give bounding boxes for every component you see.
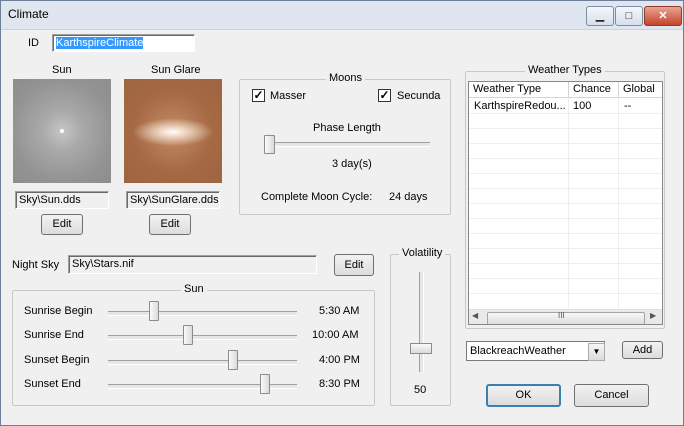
sunrise-begin-slider[interactable] xyxy=(149,301,159,321)
sun-dot xyxy=(60,129,64,133)
column-global[interactable]: Global xyxy=(619,82,662,98)
sunrise-end-track xyxy=(108,335,297,340)
volatility-value: 50 xyxy=(414,384,427,396)
scroll-right-icon[interactable]: ▶ xyxy=(650,311,656,320)
sunset-begin-value: 4:00 PM xyxy=(319,354,360,366)
phase-length-label: Phase Length xyxy=(313,122,381,134)
chevron-down-icon[interactable]: ▼ xyxy=(588,343,605,361)
secunda-checkbox[interactable]: ✓ xyxy=(378,89,391,102)
id-label: ID xyxy=(28,37,39,49)
night-sky-edit-button[interactable]: Edit xyxy=(334,254,374,276)
sunset-end-value: 8:30 PM xyxy=(319,378,360,390)
sunset-begin-label: Sunset Begin xyxy=(24,354,90,366)
grid-line xyxy=(469,293,662,294)
moon-cycle-value: 24 days xyxy=(389,191,428,203)
sun-glare-label: Sun Glare xyxy=(151,64,201,76)
grid-line xyxy=(469,278,662,279)
sunset-end-slider[interactable] xyxy=(260,374,270,394)
sunrise-end-label: Sunrise End xyxy=(24,329,84,341)
sunset-begin-track xyxy=(108,360,297,365)
global-cell[interactable]: -- xyxy=(624,99,631,113)
sunrise-end-value: 10:00 AM xyxy=(312,329,359,341)
moons-group-title: Moons xyxy=(326,72,366,84)
grid-line xyxy=(469,263,662,264)
maximize-icon: □ xyxy=(625,10,633,22)
weather-type-cell[interactable]: KarthspireRedou... xyxy=(474,99,566,113)
grid-line xyxy=(469,128,662,129)
minimize-icon: ▁ xyxy=(595,10,605,22)
scroll-grip-icon: III xyxy=(558,311,565,320)
weather-list-hscrollbar[interactable]: ◀ III ▶ xyxy=(469,309,662,324)
sun-edit-button[interactable]: Edit xyxy=(41,214,83,235)
sunrise-end-slider[interactable] xyxy=(183,325,193,345)
grid-line xyxy=(469,158,662,159)
grid-line xyxy=(469,188,662,189)
scroll-left-icon[interactable]: ◀ xyxy=(472,311,478,320)
grid-line xyxy=(469,143,662,144)
id-value: KarthspireClimate xyxy=(56,37,144,49)
id-input[interactable]: KarthspireClimate xyxy=(52,34,195,52)
add-weather-button[interactable]: Add xyxy=(622,341,663,359)
moon-cycle-label: Complete Moon Cycle: xyxy=(261,191,373,203)
sunrise-begin-label: Sunrise Begin xyxy=(24,305,93,317)
weather-types-title: Weather Types xyxy=(525,64,605,76)
phase-length-slider[interactable] xyxy=(264,135,275,154)
maximize-button[interactable]: □ xyxy=(615,6,643,26)
volatility-slider[interactable] xyxy=(410,343,432,354)
sunset-begin-slider[interactable] xyxy=(228,350,238,370)
title-bar[interactable]: Climate ▁ □ ✕ xyxy=(1,1,683,30)
cancel-button[interactable]: Cancel xyxy=(574,384,649,407)
phase-length-track xyxy=(264,142,430,147)
scroll-thumb[interactable]: III xyxy=(487,311,645,324)
grid-line xyxy=(469,248,662,249)
ok-button[interactable]: OK xyxy=(486,384,561,407)
grid-line xyxy=(469,173,662,174)
column-chance[interactable]: Chance xyxy=(569,82,619,98)
sunrise-begin-track xyxy=(108,311,297,316)
grid-line xyxy=(469,233,662,234)
column-weather-type[interactable]: Weather Type xyxy=(469,82,569,98)
weather-select-value: BlackreachWeather xyxy=(470,345,566,357)
window-title: Climate xyxy=(8,7,49,21)
sun-label: Sun xyxy=(52,64,72,76)
grid-line xyxy=(662,98,663,308)
minimize-button[interactable]: ▁ xyxy=(586,6,614,26)
grid-line xyxy=(469,203,662,204)
masser-label: Masser xyxy=(270,90,307,102)
grid-line xyxy=(469,218,662,219)
close-button[interactable]: ✕ xyxy=(644,6,682,26)
grid-line xyxy=(469,113,662,114)
sun-times-group-title: Sun xyxy=(181,283,207,295)
close-icon: ✕ xyxy=(658,10,668,22)
sunrise-begin-value: 5:30 AM xyxy=(319,305,360,317)
weather-select[interactable]: BlackreachWeather ▼ xyxy=(466,341,605,361)
masser-checkbox[interactable]: ✓ xyxy=(252,89,265,102)
weather-types-list[interactable]: Weather Type Chance Global KarthspireRed… xyxy=(468,81,663,325)
sun-preview xyxy=(13,79,111,183)
sunset-end-label: Sunset End xyxy=(24,378,81,390)
chance-cell[interactable]: 100 xyxy=(573,99,591,113)
phase-value: 3 day(s) xyxy=(332,158,372,170)
night-sky-label: Night Sky xyxy=(12,259,60,271)
night-sky-path-field[interactable]: Sky\Stars.nif xyxy=(68,255,317,274)
sun-glare-path-field[interactable]: Sky\SunGlare.dds xyxy=(126,191,220,209)
volatility-label: Volatility xyxy=(399,247,446,259)
sun-glare-preview xyxy=(124,79,222,183)
sun-path-field[interactable]: Sky\Sun.dds xyxy=(15,191,109,209)
secunda-label: Secunda xyxy=(397,90,441,102)
sun-glare-edit-button[interactable]: Edit xyxy=(149,214,191,235)
volatility-track xyxy=(419,272,424,372)
climate-dialog: Climate ▁ □ ✕ ID KarthspireClimate Sun S… xyxy=(0,0,684,426)
